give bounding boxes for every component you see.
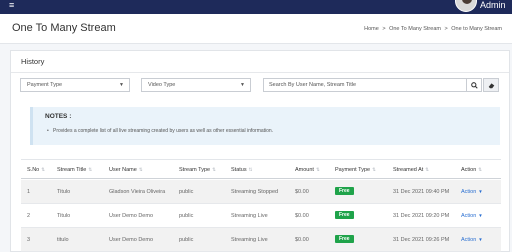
notes-title: NOTES : [45, 113, 72, 120]
payment-badge: Free [335, 211, 354, 219]
col-user-name-label: User Name [109, 167, 137, 173]
table-row: 2 Titulo User Demo Demo public Streaming… [21, 204, 501, 228]
cell-stream-title: Titulo [57, 213, 71, 219]
action-dropdown[interactable]: Action ▼ [461, 213, 483, 219]
col-amount[interactable]: Amount ⇅ [295, 167, 320, 173]
breadcrumb-home[interactable]: Home [364, 26, 379, 32]
sort-icon: ⇅ [248, 167, 253, 172]
sort-icon: ⇅ [138, 167, 143, 172]
cell-user-name: User Demo Demo [109, 213, 154, 219]
divider [11, 72, 509, 73]
col-streamed-at[interactable]: Streamed At ⇅ [393, 167, 429, 173]
col-status-label: Status [231, 167, 247, 173]
user-name[interactable]: Admin [480, 1, 506, 10]
col-streamed-at-label: Streamed At [393, 167, 424, 173]
page-header: One To Many Stream Home > One To Many St… [0, 14, 512, 44]
col-action[interactable]: Action ⇅ [461, 167, 482, 173]
cell-user-name: Gladson Vieira Oliveira [109, 189, 166, 195]
cell-sno: 3 [27, 237, 31, 243]
breadcrumb-separator: > [444, 26, 448, 32]
caret-down-icon: ▼ [478, 189, 483, 194]
col-stream-type[interactable]: Stream Type ⇅ [179, 167, 216, 173]
cell-sno: 1 [27, 189, 31, 195]
col-sno[interactable]: S.No ⇅ [27, 167, 45, 173]
breadcrumb: Home > One To Many Stream > One to Many … [362, 26, 502, 32]
page-title: One To Many Stream [12, 22, 116, 34]
action-label: Action [461, 237, 477, 243]
col-amount-label: Amount [295, 167, 314, 173]
chevron-down-icon: ▼ [119, 82, 124, 88]
sort-icon: ⇅ [41, 167, 46, 172]
col-status[interactable]: Status ⇅ [231, 167, 252, 173]
search-button[interactable] [466, 78, 482, 92]
col-payment-type-label: Payment Type [335, 167, 371, 173]
sort-icon: ⇅ [315, 167, 320, 172]
col-stream-type-label: Stream Type [179, 167, 211, 173]
cell-streamed-at: 31 Dec 2021 09:26 PM [393, 237, 450, 243]
payment-badge: Free [335, 187, 354, 195]
col-user-name[interactable]: User Name ⇅ [109, 167, 143, 173]
clear-button[interactable] [483, 78, 499, 92]
cell-user-name: User Demo Demo [109, 237, 154, 243]
hamburger-menu-icon[interactable]: ≡ [9, 1, 14, 10]
action-dropdown[interactable]: Action ▼ [461, 237, 483, 243]
table-header: S.No ⇅ Stream Title ⇅ User Name ⇅ Stream Ty… [21, 159, 501, 179]
cell-status: Streaming Stopped [231, 189, 279, 195]
breadcrumb-separator: > [382, 26, 386, 32]
caret-down-icon: ▼ [478, 213, 483, 218]
cell-stream-type: public [179, 237, 194, 243]
sort-icon: ⇅ [372, 167, 376, 172]
eraser-icon [488, 83, 494, 89]
col-stream-title-label: Stream Title [57, 167, 87, 173]
cell-stream-title: Titulo [57, 189, 71, 195]
search-icon [470, 82, 478, 89]
video-type-select[interactable]: Video Type ▼ [141, 78, 251, 92]
sort-icon: ⇅ [425, 167, 430, 172]
col-stream-title[interactable]: Stream Title ⇅ [57, 167, 92, 173]
payment-badge: Free [335, 235, 354, 243]
col-action-label: Action [461, 167, 477, 173]
table-row: 3 titulo User Demo Demo public Streaming… [21, 228, 501, 252]
notes-box: NOTES : Provides a complete list of all … [30, 107, 500, 145]
action-label: Action [461, 189, 477, 195]
cell-stream-type: public [179, 213, 194, 219]
sort-icon: ⇅ [212, 167, 216, 172]
action-label: Action [461, 213, 477, 219]
cell-amount: $0.00 [295, 213, 309, 219]
payment-type-select[interactable]: Payment Type ▼ [20, 78, 130, 92]
cell-sno: 2 [27, 213, 31, 219]
chevron-down-icon: ▼ [240, 82, 245, 88]
breadcrumb-current: One to Many Stream [451, 26, 502, 32]
breadcrumb-one-to-many[interactable]: One To Many Stream [389, 26, 441, 32]
cell-streamed-at: 31 Dec 2021 09:40 PM [393, 189, 450, 195]
cell-stream-title: titulo [57, 237, 69, 243]
history-card: History Payment Type ▼ Video Type ▼ Sear… [10, 50, 510, 252]
caret-down-icon: ▼ [478, 237, 483, 242]
cell-streamed-at: 31 Dec 2021 09:20 PM [393, 213, 450, 219]
notes-item: Provides a complete list of all live str… [47, 128, 273, 134]
col-sno-label: S.No [27, 167, 40, 173]
action-dropdown[interactable]: Action ▼ [461, 189, 483, 195]
payment-type-value: Payment Type [27, 82, 63, 88]
sort-icon: ⇅ [88, 167, 93, 172]
table-row: 1 Titulo Gladson Vieira Oliveira public … [21, 180, 501, 204]
search-input[interactable]: Search By User Name, Stream Title [263, 78, 473, 92]
cell-amount: $0.00 [295, 189, 309, 195]
cell-amount: $0.00 [295, 237, 309, 243]
cell-stream-type: public [179, 189, 194, 195]
card-title: History [21, 57, 45, 66]
top-navbar: ≡ Admin [0, 0, 512, 14]
cell-status: Streaming Live [231, 213, 268, 219]
cell-status: Streaming Live [231, 237, 268, 243]
sort-icon: ⇅ [478, 167, 483, 172]
col-payment-type[interactable]: Payment Type ⇅ [335, 167, 376, 173]
avatar[interactable] [455, 0, 477, 12]
video-type-value: Video Type [148, 82, 176, 88]
